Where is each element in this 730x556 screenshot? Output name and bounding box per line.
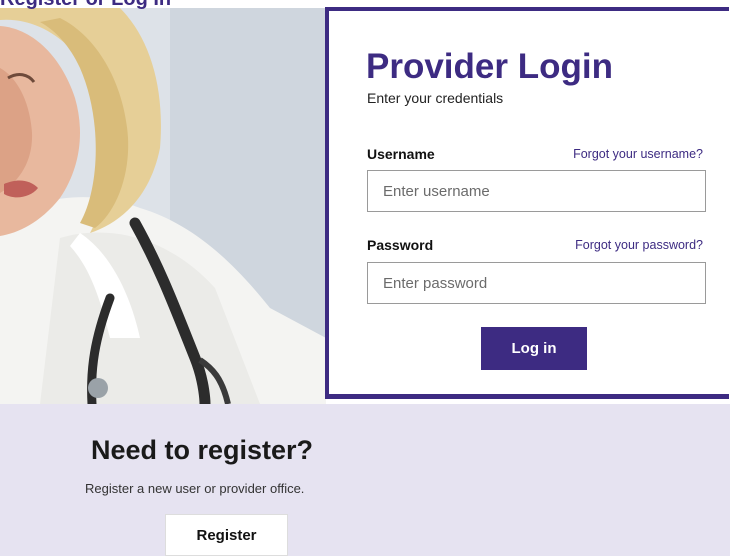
page-heading-cropped: Register or Log In: [0, 0, 330, 9]
password-input[interactable]: [367, 262, 706, 304]
login-button[interactable]: Log in: [481, 327, 587, 370]
provider-login-page: Register or Log In Provider Login Enter …: [0, 0, 730, 556]
login-panel: Provider Login Enter your credentials Us…: [325, 7, 729, 399]
top-section: Register or Log In Provider Login Enter …: [0, 0, 730, 404]
register-button[interactable]: Register: [165, 514, 288, 556]
doctor-photo: [0, 8, 326, 404]
username-input[interactable]: [367, 170, 706, 212]
register-subtitle: Register a new user or provider office.: [85, 481, 305, 496]
forgot-password-link[interactable]: Forgot your password?: [575, 238, 703, 252]
register-section: Need to register? Register a new user or…: [0, 404, 730, 556]
username-label: Username: [367, 146, 435, 162]
login-subtitle: Enter your credentials: [367, 90, 504, 106]
register-title: Need to register?: [91, 435, 314, 465]
forgot-username-link[interactable]: Forgot your username?: [573, 147, 703, 161]
password-label: Password: [367, 237, 434, 253]
login-title: Provider Login: [366, 47, 613, 86]
